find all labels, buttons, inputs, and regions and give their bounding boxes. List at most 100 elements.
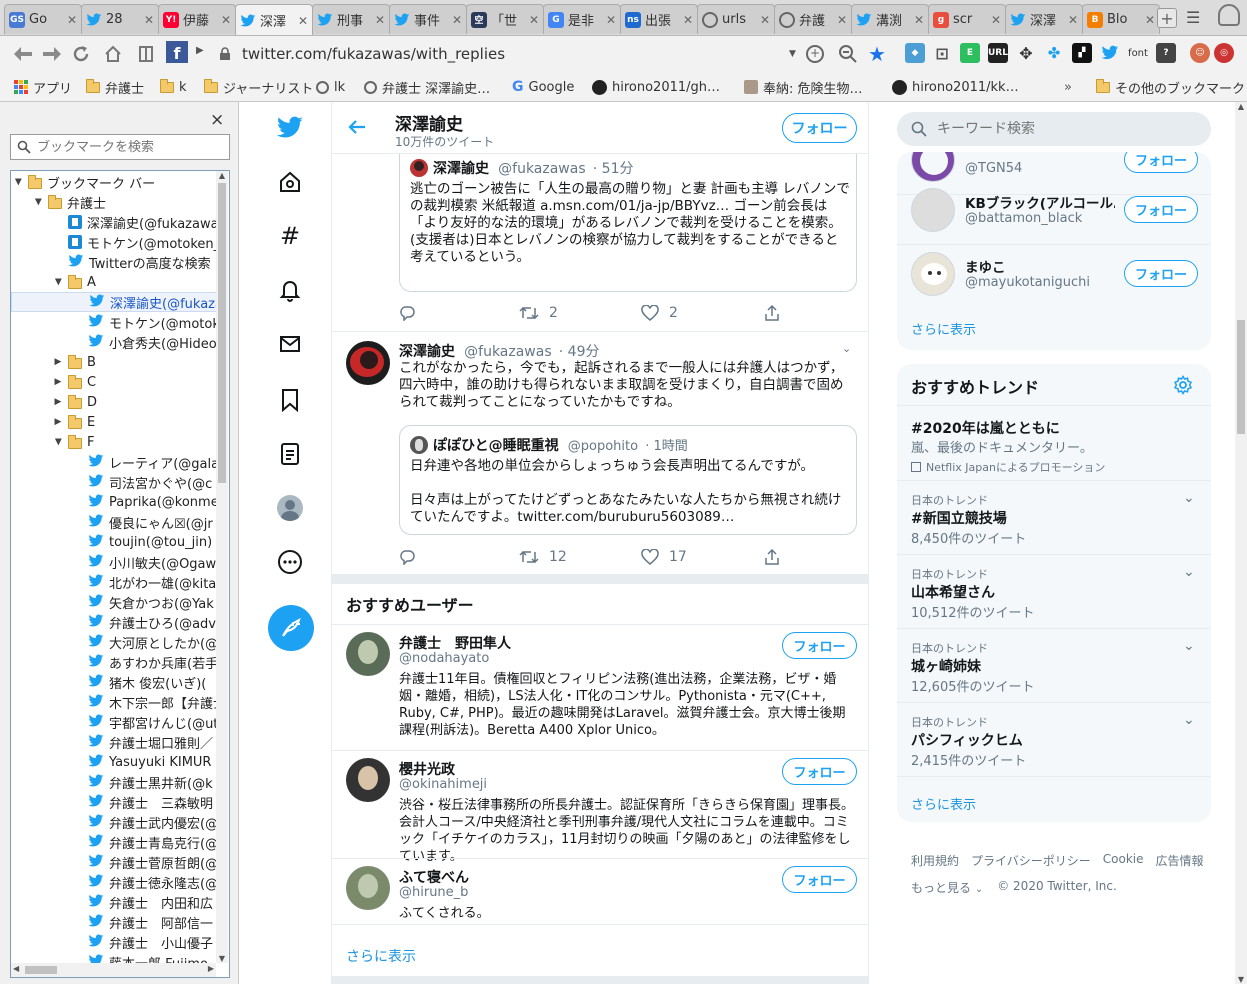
twitter-logo-icon[interactable] — [276, 114, 304, 142]
tab-close-icon[interactable]: ✕ — [760, 13, 770, 27]
share-action[interactable] — [764, 548, 780, 566]
browser-tab[interactable]: urls ✕ — [697, 4, 775, 34]
bookmark-search-input[interactable] — [37, 139, 217, 155]
tab-close-icon[interactable]: ✕ — [375, 13, 385, 27]
tweet-avatar[interactable] — [346, 341, 390, 385]
retweet-action[interactable]: 2 — [519, 305, 558, 321]
bookmark-tree-item[interactable]: 深澤諭史(@fukazawas) — [11, 292, 221, 312]
share-action[interactable] — [764, 304, 780, 322]
url-input[interactable] — [242, 45, 782, 63]
chevron-down-icon[interactable]: ⌄ — [1183, 564, 1195, 580]
tab-close-icon[interactable]: ✕ — [1068, 13, 1078, 27]
chevron-down-icon[interactable]: ⌄ — [842, 342, 851, 355]
bookmark-tree-folder[interactable]: ▶ C — [11, 372, 221, 392]
tab-close-icon[interactable]: ✕ — [606, 13, 616, 27]
browser-tab[interactable]: Y! 伊藤 ✕ — [158, 4, 236, 34]
user-name[interactable]: 櫻井光政 — [399, 759, 455, 779]
collapsed-triangle-icon[interactable]: ▶ — [53, 377, 63, 387]
retweet-action[interactable]: 12 — [519, 549, 567, 565]
user-avatar[interactable] — [911, 152, 955, 182]
tree-scrollbar-thumb[interactable] — [218, 183, 226, 483]
tweet-author-name[interactable]: 深澤諭史 — [399, 344, 455, 360]
bookmark-tree-item[interactable]: 矢倉かつお(@Yak — [11, 592, 221, 612]
bookmark-tree-item[interactable]: 小川敏夫(@Ogaw — [11, 552, 221, 572]
tab-close-icon[interactable]: ✕ — [529, 13, 539, 27]
browser-tab[interactable]: 事件 ✕ — [389, 4, 467, 34]
chevron-down-icon[interactable]: ⌄ — [1183, 638, 1195, 654]
bookmark-tree-folder[interactable]: ▶ B — [11, 352, 221, 372]
extension-icon-1[interactable]: ◆ — [905, 43, 925, 63]
user-name[interactable]: まゆこ — [965, 256, 1115, 276]
bookmarks-overflow-icon[interactable]: » — [1064, 78, 1072, 96]
bookmark-3[interactable]: ジャーナリスト — [204, 78, 313, 97]
extension-icon-5[interactable]: ? — [1156, 43, 1176, 63]
tree-scrollbar[interactable]: ▲ ▼ — [216, 171, 228, 963]
expanded-triangle-icon[interactable]: ▶ — [13, 177, 23, 187]
bookmark-tree-folder[interactable]: ▶ ブックマーク バー — [11, 172, 221, 192]
browser-tab[interactable]: 空「世 ✕ — [466, 4, 544, 34]
bookmark-tree-folder[interactable]: ▶ 弁護士 — [11, 192, 221, 212]
follow-button[interactable]: フォロー — [782, 758, 857, 785]
toolbar-overflow-icon[interactable]: ▶ — [196, 45, 204, 56]
bookmark-8[interactable]: 奉納: 危険生物… — [744, 78, 863, 97]
footer-more-link[interactable]: もっと見る ⌄ — [911, 879, 983, 896]
browser-tab[interactable]: 刑事 ✕ — [312, 4, 390, 34]
bookmark-manager-icon[interactable]: ⊡ — [932, 43, 952, 63]
bookmark-tree-item[interactable]: 深澤諭史(@fukazawas) — [11, 212, 221, 232]
follow-button[interactable]: フォロー — [782, 113, 857, 143]
bookmark-tree-item[interactable]: 弁護士ひろ(@adv — [11, 612, 221, 632]
tweet-author-handle[interactable]: @fukazawas — [464, 344, 552, 360]
browser-tab[interactable]: 溝渕 ✕ — [851, 4, 929, 34]
profile-avatar-icon[interactable] — [276, 494, 304, 522]
zoom-in-icon[interactable]: + — [806, 45, 824, 63]
facebook-extension-icon[interactable]: f — [166, 41, 188, 63]
trends-more-link[interactable]: さらに表示 — [911, 794, 976, 813]
bookmark-tree-folder[interactable]: ▶ D — [11, 392, 221, 412]
zoom-out-icon[interactable] — [838, 44, 858, 64]
follow-button[interactable]: フォロー — [1124, 260, 1198, 287]
expanded-triangle-icon[interactable]: ▶ — [53, 277, 63, 287]
follow-button[interactable]: フォロー — [1124, 196, 1198, 223]
user-name[interactable]: ふて寝べん — [399, 867, 469, 887]
tab-close-icon[interactable]: ✕ — [914, 13, 924, 27]
tab-close-icon[interactable]: ✕ — [991, 13, 1001, 27]
bookmark-5[interactable]: 弁護士 深澤諭史… — [364, 78, 490, 97]
notifications-bell-icon[interactable] — [276, 276, 304, 304]
bookmark-2[interactable]: k — [160, 78, 187, 96]
user-handle[interactable]: @TGN54 — [965, 161, 1022, 176]
user-handle[interactable]: @hirune_b — [399, 885, 468, 900]
bookmark-6[interactable]: G Google — [512, 78, 574, 96]
bookmark-tree-item[interactable]: 木下宗一郎【弁護士 — [11, 692, 221, 712]
user-handle[interactable]: @mayukotaniguchi — [965, 275, 1090, 290]
compose-tweet-button[interactable] — [268, 605, 314, 651]
twitter-search-input[interactable] — [937, 121, 1187, 137]
page-scrollbar[interactable]: ▲ ▼ — [1235, 102, 1247, 984]
user-avatar[interactable] — [346, 866, 390, 910]
reading-list-icon[interactable] — [131, 39, 161, 69]
reply-action[interactable] — [399, 549, 415, 565]
footer-link[interactable]: 広告情報 — [1156, 852, 1204, 869]
trend-item[interactable]: 日本のトレンド ⌄ 山本希望さん 10,512件のツイート — [897, 554, 1211, 628]
bookmark-tree-folder[interactable]: ▶ F — [11, 432, 221, 452]
bookmark-tree-item[interactable]: Paprika(@konme — [11, 492, 221, 512]
bookmark-4[interactable]: lk — [316, 78, 345, 96]
bookmark-0[interactable]: アプリ — [14, 78, 72, 97]
browser-tab[interactable]: 深澤 ✕ — [235, 4, 313, 35]
bookmark-tree-item[interactable]: 弁護士 内田和広 — [11, 892, 221, 912]
bookmarks-icon[interactable] — [276, 386, 304, 414]
twitter-search-box[interactable] — [897, 112, 1211, 146]
user-avatar[interactable] — [346, 758, 390, 802]
evernote-icon[interactable]: E — [960, 43, 980, 63]
bookmark-tree-item[interactable]: 小倉秀夫(@Hideo_Ogura) — [11, 332, 221, 352]
tab-close-icon[interactable]: ✕ — [837, 13, 847, 27]
expanded-triangle-icon[interactable]: ▶ — [33, 197, 43, 207]
tweet-time[interactable]: · 49分 — [559, 344, 600, 360]
trends-settings-gear-icon[interactable] — [1173, 375, 1193, 395]
like-action[interactable]: 2 — [641, 305, 678, 321]
browser-tab[interactable]: g scr ✕ — [928, 4, 1006, 34]
bookmark-tree-item[interactable]: モトケン(@motoken_tw) — [11, 312, 221, 332]
chevron-down-icon[interactable]: ⌄ — [1183, 490, 1195, 506]
bookmark-1[interactable]: 弁護士 — [86, 78, 144, 97]
bookmark-7[interactable]: hirono2011/gh… — [592, 78, 720, 96]
bookmark-9[interactable]: hirono2011/kk… — [892, 78, 1019, 96]
